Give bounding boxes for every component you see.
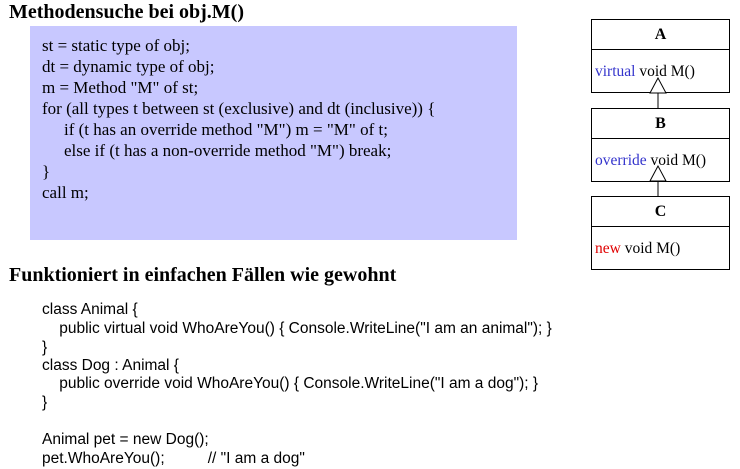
code-line: Animal pet = new Dog(); [42,431,209,448]
inheritance-arrowhead-c-b [649,164,667,182]
code-line: } [42,339,48,356]
code-line: public override void WhoAreYou() { Conso… [42,375,539,392]
code-line: pet.WhoAreYou(); // "I am a dog" [42,450,305,467]
code-line: public virtual void WhoAreYou() { Consol… [42,320,552,337]
code-line: } [42,394,48,411]
section-title: Funktioniert in einfachen Fällen wie gew… [9,264,397,286]
inheritance-arrowhead-b-a [649,76,667,94]
code-line: class Dog : Animal { [42,357,179,374]
inheritance-arrows [649,76,667,196]
code-line: class Animal { [42,301,138,318]
